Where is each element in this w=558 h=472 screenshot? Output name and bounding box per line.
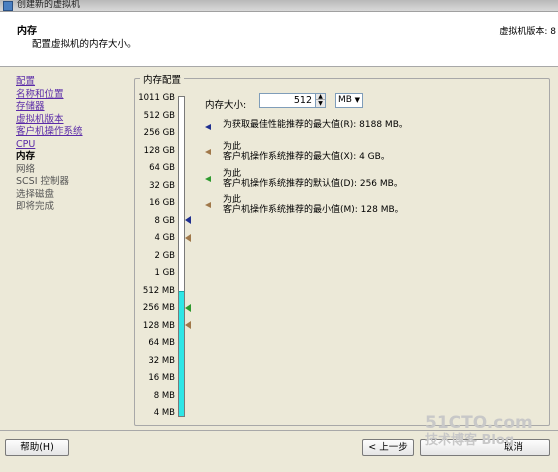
os-min-marker [185, 321, 191, 330]
scale-label: 16 MB [148, 373, 175, 383]
scale-label: 64 MB [148, 338, 175, 348]
wizard-header: 内存 配置虚拟机的内存大小。 虚拟机版本: 8 [0, 12, 558, 67]
scale-label: 8 GB [154, 215, 175, 226]
memory-size-spinner[interactable]: ▲ ▼ [315, 93, 326, 108]
sidebar-step[interactable]: 名称和位置 [16, 89, 126, 102]
legend-text: 客户机操作系统推荐的最小值(M): 128 MB。 [223, 205, 404, 215]
scale-label: 32 GB [149, 180, 175, 191]
window-title: 创建新的虚拟机 [17, 0, 81, 10]
memory-size-input[interactable] [259, 93, 316, 108]
sidebar-step[interactable]: 虚拟机版本 [16, 114, 126, 127]
chevron-down-icon: ▼ [354, 96, 360, 104]
os-default-marker [185, 303, 191, 312]
wizard-steps: 配置 名称和位置 存储器 虚拟机版本 客户机操作系统 CPU 内存 网络 SCSI 控制器 选择磁… [16, 76, 126, 214]
watermark-line2: 技术博客 Blog [425, 433, 515, 448]
legend-marker-icon [205, 202, 211, 208]
sidebar-step[interactable]: 客户机操作系统 [16, 126, 126, 139]
best-performance-marker [185, 216, 191, 225]
memory-unit-value: MB [338, 95, 352, 105]
sidebar-step[interactable]: CPU [16, 139, 126, 152]
memory-unit-select[interactable]: MB ▼ [335, 93, 363, 108]
memory-size-label: 内存大小: [205, 100, 247, 111]
site-watermark: 51CTO.com 技术博客 Blog [425, 414, 533, 448]
scale-label: 16 GB [149, 198, 175, 208]
scale-label: 1011 GB [138, 93, 175, 103]
sidebar-step: 网络 [16, 163, 36, 175]
back-button[interactable]: < 上一步 [362, 439, 414, 456]
legend-text: 为获取最佳性能推荐的最大值(R): 8188 MB。 [223, 120, 408, 130]
scale-label: 512 GB [143, 110, 175, 121]
page-subtitle: 配置虚拟机的内存大小。 [32, 39, 137, 50]
memory-slider-fill [179, 291, 184, 416]
scale-label: 128 MB [142, 320, 175, 331]
scale-label: 512 MB [142, 285, 175, 296]
memory-config-title: 内存配置 [140, 72, 185, 86]
scale-label: 4 GB [154, 233, 175, 243]
scale-label: 4 MB [153, 408, 175, 418]
scale-label: 256 MB [142, 303, 175, 313]
scale-label: 8 MB [153, 390, 175, 401]
spin-down-icon[interactable]: ▼ [316, 101, 325, 107]
vm-version-label: 虚拟机版本: 8 [499, 27, 556, 37]
scale-label: 1 GB [154, 268, 175, 278]
scale-label: 64 GB [149, 163, 175, 173]
page-title: 内存 [17, 26, 37, 37]
sidebar-step[interactable]: 配置 [16, 76, 126, 89]
os-max-marker [185, 233, 191, 242]
legend-text: 客户机操作系统推荐的默认值(D): 256 MB。 [223, 179, 403, 189]
legend-marker-icon [205, 124, 211, 130]
sidebar-step: 即将完成 [16, 201, 55, 212]
legend-marker-icon [205, 176, 211, 182]
sidebar-step[interactable]: 存储器 [16, 101, 126, 114]
sidebar-step: 内存 [16, 151, 36, 162]
sidebar-step: SCSI 控制器 [16, 176, 70, 187]
sidebar-step: 选择磁盘 [16, 188, 55, 200]
legend-marker-icon [205, 149, 211, 155]
help-button[interactable]: 帮助(H) [5, 439, 69, 456]
scale-label: 256 GB [143, 128, 175, 138]
vm-app-icon [3, 1, 13, 11]
scale-label: 32 MB [148, 355, 175, 366]
scale-label: 128 GB [143, 145, 175, 156]
watermark-line1: 51CTO.com [425, 413, 533, 433]
legend-text: 客户机操作系统推荐的最大值(X): 4 GB。 [223, 152, 390, 162]
scale-label: 2 GB [154, 250, 175, 261]
window-titlebar: 创建新的虚拟机 [0, 0, 558, 12]
memory-slider-track[interactable] [178, 96, 185, 417]
